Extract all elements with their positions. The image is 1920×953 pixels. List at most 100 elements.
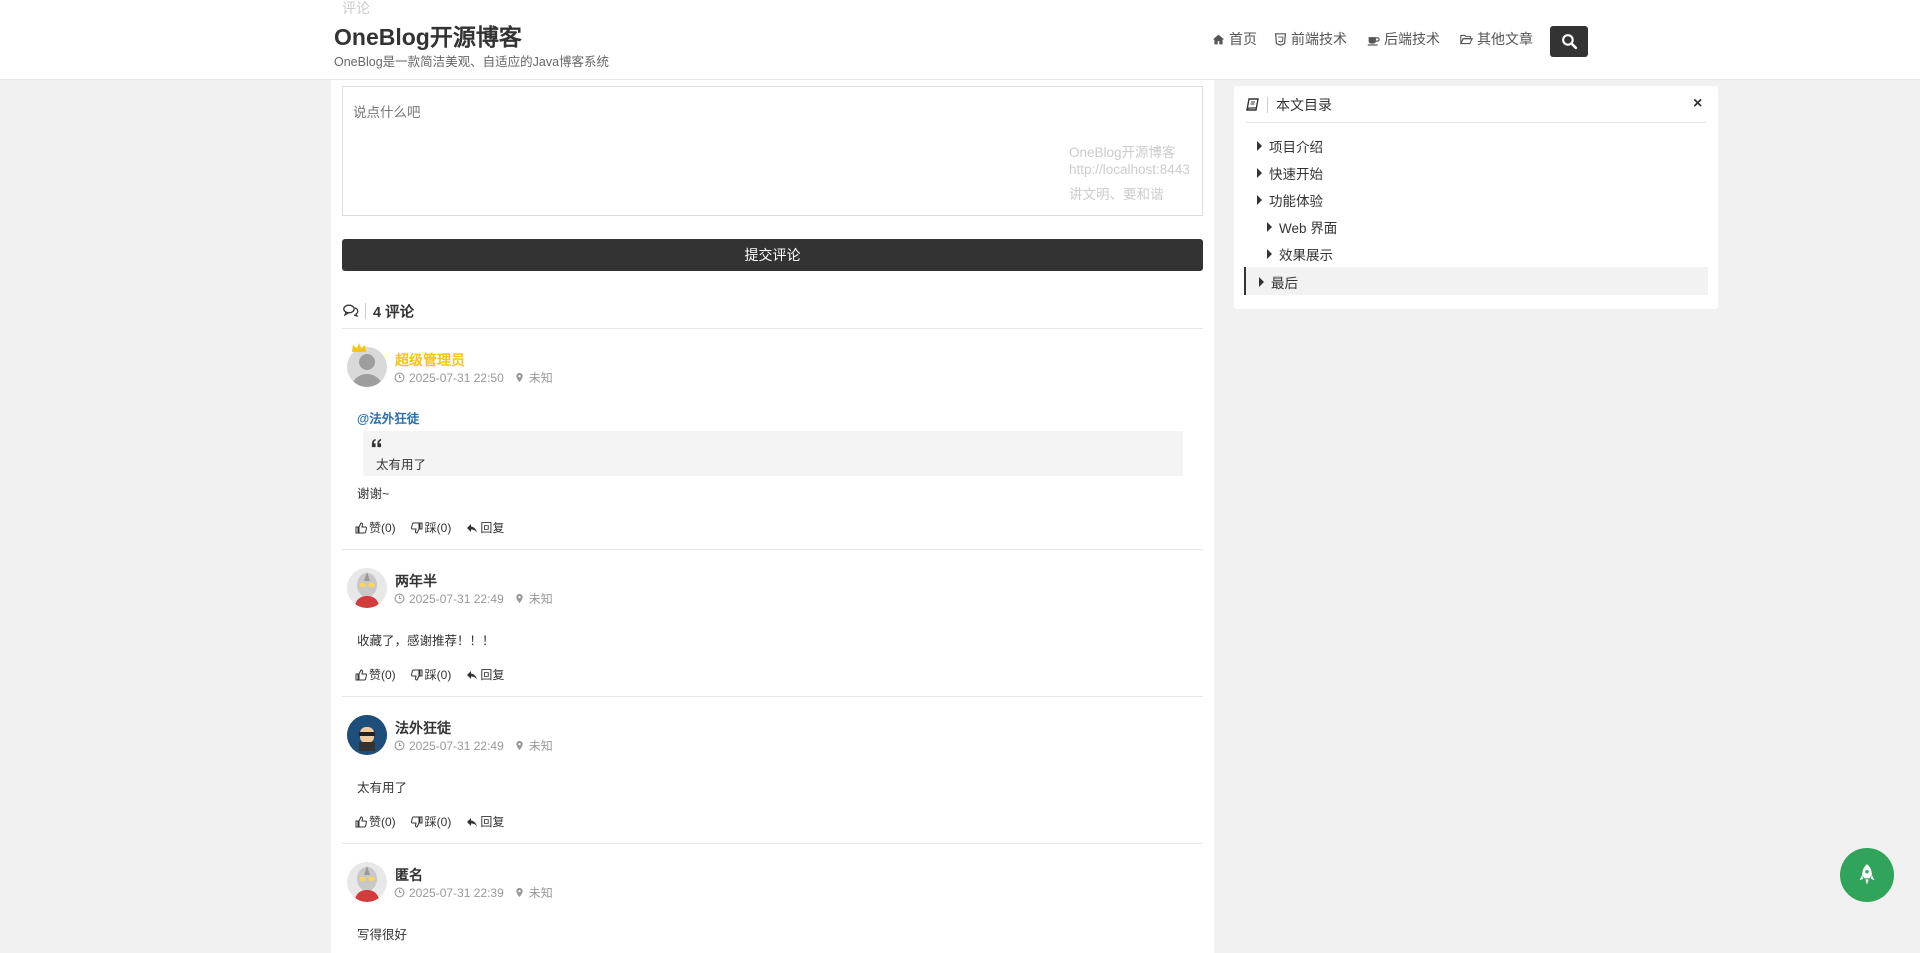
back-to-top-button[interactable]: [1840, 848, 1894, 902]
clock-icon: [394, 372, 405, 383]
search-icon: [1561, 34, 1577, 50]
comment-author[interactable]: 匿名: [395, 865, 423, 885]
comment-author[interactable]: 法外狂徒: [395, 718, 451, 738]
clock-icon: [394, 593, 405, 604]
nav-other[interactable]: 其他文章: [1460, 28, 1533, 50]
toc-header: 本文目录: [1246, 95, 1332, 115]
comment-actions: 赞(0) 踩(0) 回复: [355, 813, 504, 830]
comment-location: 未知: [528, 371, 553, 385]
thumbs-up-icon: [355, 522, 367, 533]
avatar[interactable]: [347, 568, 387, 608]
coffee-icon: [1367, 36, 1380, 46]
divider: [342, 696, 1203, 697]
dislike-button[interactable]: 踩(0): [410, 666, 451, 683]
table-of-contents: 本文目录 × 项目介绍 快速开始 功能体验 Web 界面 效果展示 最后: [1234, 86, 1718, 309]
top-navbar: 评论 OneBlog开源博客 OneBlog是一款简洁美观、自适应的Java博客…: [0, 0, 1920, 80]
thumbs-down-icon: [410, 522, 423, 533]
comment-meta: 2025-07-31 22:49 未知: [394, 737, 553, 754]
comment-text: 太有用了: [357, 781, 408, 795]
toc-title: 本文目录: [1276, 97, 1332, 113]
nav-frontend[interactable]: 前端技术: [1274, 28, 1347, 50]
rocket-icon: [1859, 864, 1875, 885]
comment-meta: 2025-07-31 22:39 未知: [394, 884, 553, 901]
comment-author[interactable]: 两年半: [395, 571, 437, 591]
divider: [342, 843, 1203, 844]
caret-right-icon: [1257, 195, 1262, 205]
caret-right-icon: [1259, 277, 1264, 287]
site-title[interactable]: OneBlog开源博客: [334, 18, 522, 52]
reply-button[interactable]: 回复: [466, 813, 504, 830]
comment-placeholder: 说点什么吧: [353, 105, 421, 120]
toc-item[interactable]: 项目介绍: [1257, 136, 1323, 156]
avatar[interactable]: [347, 715, 387, 755]
toc-active-highlight: [1244, 267, 1708, 295]
home-icon: [1212, 34, 1225, 44]
comment-author[interactable]: 超级管理员: [395, 350, 465, 370]
toc-subitem[interactable]: Web 界面: [1267, 217, 1337, 237]
comment-text: 谢谢~: [357, 487, 390, 501]
folder-open-icon: [1460, 34, 1473, 44]
quote-left-icon: [371, 438, 382, 448]
like-button[interactable]: 赞(0): [355, 813, 396, 830]
comment-text: 收藏了，感谢推荐！！！: [357, 634, 495, 648]
map-marker-icon: [516, 887, 523, 898]
toc-subitem[interactable]: 效果展示: [1267, 244, 1333, 264]
dislike-button[interactable]: 踩(0): [410, 519, 451, 536]
quoted-comment: 太有用了: [363, 431, 1183, 476]
reply-button[interactable]: 回复: [466, 666, 504, 683]
reply-button[interactable]: 回复: [466, 519, 504, 536]
site-subtitle: OneBlog是一款简洁美观、自适应的Java博客系统: [334, 55, 610, 69]
divider: [1246, 122, 1706, 123]
like-button[interactable]: 赞(0): [355, 519, 396, 536]
close-icon[interactable]: ×: [1693, 95, 1702, 113]
comment-location: 未知: [528, 592, 553, 606]
map-marker-icon: [516, 372, 523, 383]
map-marker-icon: [516, 593, 523, 604]
clock-icon: [394, 887, 405, 898]
comments-icon: [343, 304, 359, 318]
reply-icon: [467, 670, 478, 680]
caret-right-icon: [1257, 168, 1262, 178]
crown-icon: [352, 343, 366, 352]
reply-icon: [467, 817, 478, 827]
book-icon: [1246, 98, 1259, 111]
css3-icon: [1274, 32, 1287, 46]
comment-textarea[interactable]: 说点什么吧 OneBlog开源博客 http://localhost:8443 …: [342, 86, 1203, 216]
thumbs-up-icon: [355, 816, 367, 827]
toc-item[interactable]: 快速开始: [1257, 163, 1323, 183]
toc-item-active[interactable]: 最后: [1259, 272, 1298, 292]
thumbs-up-icon: [355, 669, 367, 680]
mention-link[interactable]: @法外狂徒: [357, 408, 419, 427]
caret-right-icon: [1267, 249, 1272, 259]
reply-icon: [467, 523, 478, 533]
avatar[interactable]: [347, 862, 387, 902]
submit-comment-button[interactable]: 提交评论: [342, 239, 1203, 271]
comments-count-header: 4 评论: [343, 300, 414, 322]
nav-home[interactable]: 首页: [1212, 28, 1257, 50]
caret-right-icon: [1267, 222, 1272, 232]
thumbs-down-icon: [410, 816, 423, 827]
watermark-line-1: OneBlog开源博客: [1069, 145, 1176, 160]
comment-actions: 赞(0) 踩(0) 回复: [355, 519, 504, 536]
ultraman-avatar-icon: [355, 572, 379, 608]
comment-location: 未知: [528, 739, 553, 753]
divider: [342, 328, 1203, 329]
nav-backend[interactable]: 后端技术: [1367, 28, 1440, 50]
like-button[interactable]: 赞(0): [355, 666, 396, 683]
avatar[interactable]: [347, 347, 387, 387]
watermark-line-3: 讲文明、要和谐: [1069, 187, 1164, 202]
comment-actions: 赞(0) 踩(0) 回复: [355, 666, 504, 683]
divider: [342, 549, 1203, 550]
caret-right-icon: [1257, 141, 1262, 151]
quoted-text: 太有用了: [376, 458, 427, 472]
search-button[interactable]: [1550, 26, 1588, 57]
comment-meta: 2025-07-31 22:50 未知: [394, 369, 553, 386]
toc-item[interactable]: 功能体验: [1257, 190, 1323, 210]
comment-text: 写得很好: [357, 928, 408, 942]
comment-time: 2025-07-31 22:39: [409, 885, 504, 900]
comment-meta: 2025-07-31 22:49 未知: [394, 590, 553, 607]
dislike-button[interactable]: 踩(0): [410, 813, 451, 830]
ultraman-avatar-icon: [355, 866, 379, 902]
clock-icon: [394, 740, 405, 751]
comments-count: 4 评论: [373, 304, 415, 321]
